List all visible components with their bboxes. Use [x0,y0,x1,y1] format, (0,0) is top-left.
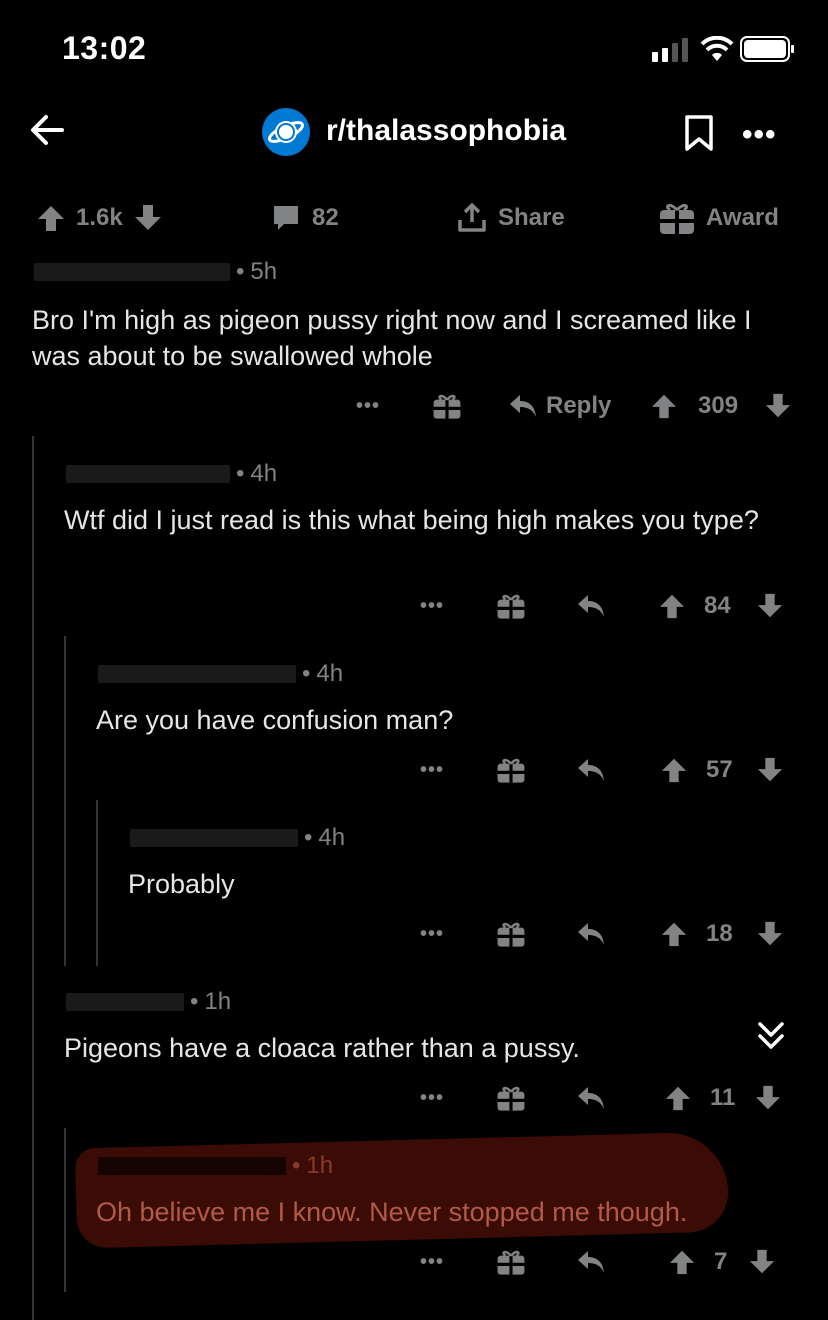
comment-score: 84 [704,592,731,619]
gift-icon[interactable] [496,591,526,621]
comment-meta: • 1h [98,1152,333,1180]
award-button[interactable]: Award [658,198,779,238]
upvote-icon[interactable] [650,392,678,420]
comment-time: 5h [250,258,278,285]
comment-text: Oh believe me I know. Never stopped me t… [96,1197,688,1227]
more-icon[interactable]: ••• [420,595,444,618]
comment-text: Bro I'm high as pigeon pussy right now a… [32,305,752,371]
reply-icon[interactable] [576,1085,606,1111]
more-icon[interactable]: ••• [420,1087,444,1110]
comment-actions: ••• 11 [420,1078,800,1118]
gift-icon[interactable] [496,1083,526,1113]
comment-actions: ••• 84 [420,586,800,626]
comment-count: 82 [312,204,339,231]
upvote-icon[interactable] [660,920,688,948]
gift-icon[interactable] [496,755,526,785]
redacted-username[interactable] [34,263,230,281]
reply-icon[interactable] [576,757,606,783]
bookmark-icon[interactable] [684,114,714,152]
comment-actions: ••• Reply 309 [356,386,796,426]
collapse-icon[interactable] [756,1020,786,1052]
more-icon[interactable]: ••• [742,118,777,152]
share-icon [458,203,486,232]
gift-icon[interactable] [496,1247,526,1277]
comment-score: 7 [714,1248,728,1275]
reply-icon[interactable] [576,1249,606,1275]
downvote-icon[interactable] [756,756,784,784]
award-label: Award [706,204,779,231]
comment-meta: • 1h [66,988,231,1016]
upvote-icon[interactable] [668,1248,696,1276]
more-icon[interactable]: ••• [420,1251,444,1274]
comment-icon [274,206,298,230]
redacted-username[interactable] [130,829,298,847]
comment-text: Wtf did I just read is this what being h… [64,505,759,535]
post-vote-group: 1.6k [36,198,163,238]
thread-line[interactable] [32,436,34,1320]
comment-text: Are you have confusion man? [96,705,454,735]
comment-meta: • 4h [66,460,277,488]
upvote-icon[interactable] [36,203,66,233]
comment-time: 4h [316,660,344,687]
comment-score: 18 [706,920,733,947]
comment-text: Pigeons have a cloaca rather than a puss… [64,1033,580,1063]
planet-icon[interactable] [262,108,310,156]
downvote-icon[interactable] [764,392,792,420]
reply-icon[interactable] [576,593,606,619]
comment-time: 4h [250,460,278,487]
downvote-icon[interactable] [756,592,784,620]
share-label: Share [498,204,565,231]
upvote-icon[interactable] [658,592,686,620]
comment-meta: • 5h [34,258,277,286]
upvote-icon[interactable] [660,756,688,784]
highlight-scribble [74,1131,730,1249]
wifi-icon [700,36,734,61]
share-button[interactable]: Share [456,198,565,238]
redacted-username[interactable] [98,1157,286,1175]
subreddit-name[interactable]: r/thalassophobia [326,114,566,148]
more-icon[interactable]: ••• [420,759,444,782]
comment-meta: • 4h [98,660,343,688]
gift-icon[interactable] [496,919,526,949]
reply-icon[interactable] [576,921,606,947]
comment-actions: ••• 18 [420,914,800,954]
comment-score: 57 [706,756,733,783]
comment-score: 11 [710,1084,736,1111]
redacted-username[interactable] [66,465,230,483]
redacted-username[interactable] [98,665,296,683]
comment-text: Probably [128,869,235,899]
thread-line[interactable] [64,1128,66,1292]
comment-meta: • 4h [130,824,345,852]
redacted-username[interactable] [66,993,184,1011]
thread-line[interactable] [96,800,98,966]
gift-icon[interactable] [432,391,462,421]
downvote-icon[interactable] [748,1248,776,1276]
more-icon[interactable]: ••• [420,923,444,946]
downvote-icon[interactable] [133,203,163,233]
downvote-icon[interactable] [756,920,784,948]
reply-icon [510,395,536,417]
gift-icon [660,203,694,234]
comments-button[interactable]: 82 [270,198,339,238]
comment-score: 309 [698,392,739,419]
comment-time: 4h [318,824,346,851]
upvote-icon[interactable] [664,1084,692,1112]
status-time: 13:02 [62,30,147,66]
post-score: 1.6k [76,204,123,231]
downvote-icon[interactable] [754,1084,782,1112]
reply-button[interactable]: Reply [508,392,611,420]
comment-time: 1h [306,1152,334,1179]
comment-actions: ••• 57 [420,750,800,790]
signal-icon [652,38,688,62]
thread-line[interactable] [64,636,66,966]
reply-label: Reply [546,392,612,419]
back-arrow-icon[interactable] [28,110,68,150]
more-icon[interactable]: ••• [356,395,380,418]
comment-actions: ••• 7 [420,1242,800,1282]
comment-time: 1h [204,988,232,1015]
battery-icon [740,36,794,62]
